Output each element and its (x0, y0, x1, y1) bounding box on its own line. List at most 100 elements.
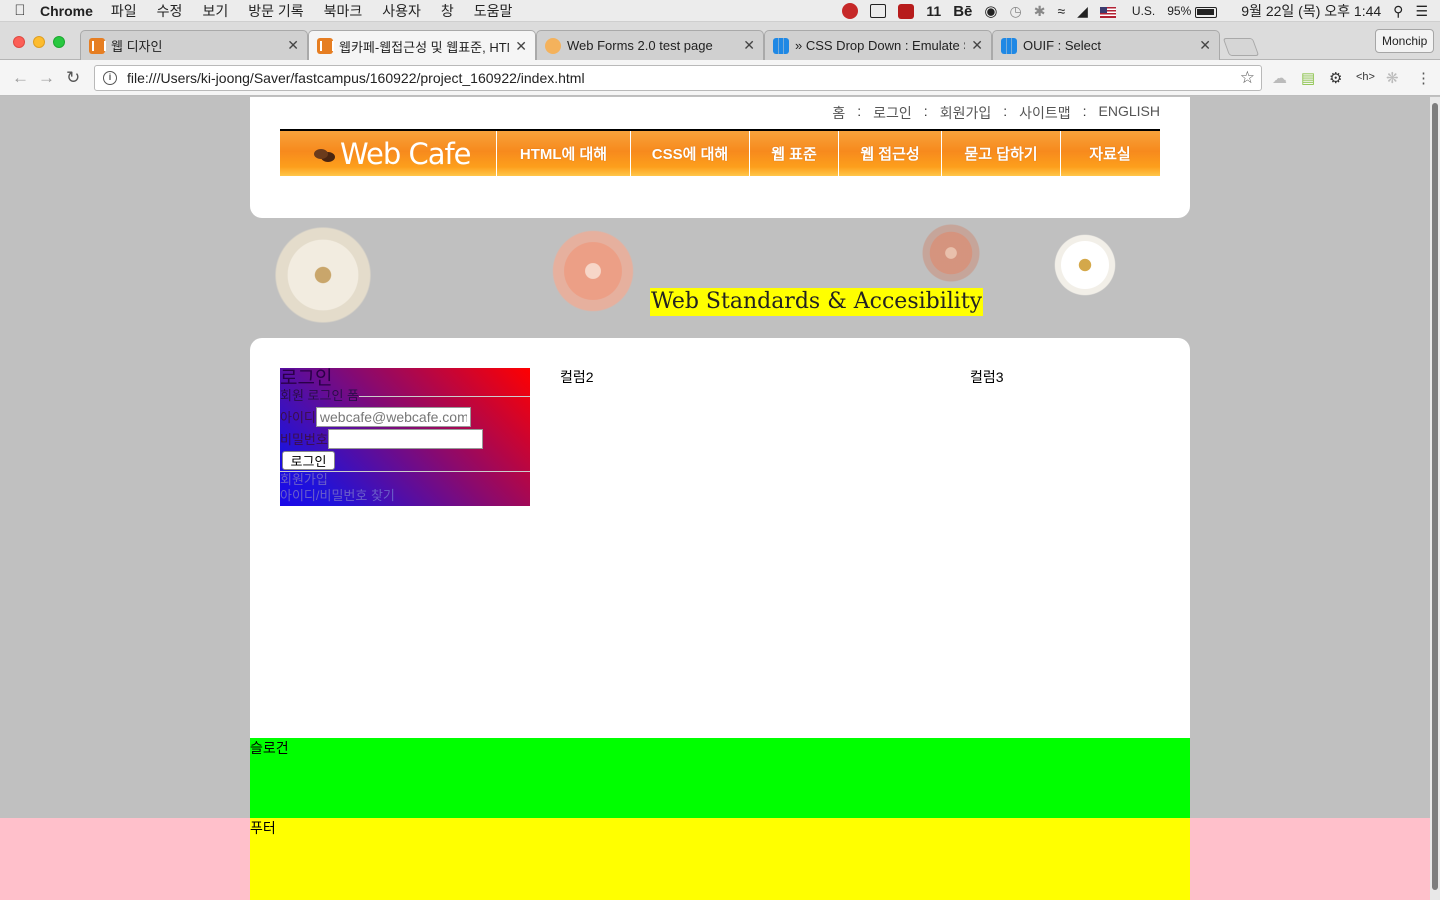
site-footer: 푸터 (250, 818, 1190, 900)
site-header: 홈 : 로그인 : 회원가입 : 사이트맵 : ENGLISH Web Cafe… (250, 97, 1190, 218)
volume-icon[interactable]: ◢ (1077, 3, 1088, 20)
menu-history[interactable]: 방문 기록 (248, 1, 303, 21)
camera-icon[interactable]: ◉ (984, 2, 997, 20)
tab-title: 웹카페-웹접근성 및 웹표준, HTML5 (339, 39, 509, 55)
apple-icon[interactable]:  (0, 2, 40, 19)
close-tab-icon[interactable]: ✕ (1199, 37, 1211, 54)
burger-icon (545, 37, 561, 54)
tab-css-dropdown[interactable]: » CSS Drop Down : Emulate S ✕ (764, 30, 992, 60)
minimize-window-button[interactable] (33, 36, 45, 48)
address-bar[interactable]: i file:///Users/ki-joong/Saver/fastcampu… (94, 65, 1262, 91)
util-link-login[interactable]: 로그인 (873, 103, 912, 123)
info-icon[interactable]: i (103, 71, 117, 85)
chrome-menu-icon[interactable]: ⋮ (1416, 69, 1431, 87)
id-input[interactable] (315, 406, 471, 427)
util-link-english[interactable]: ENGLISH (1099, 103, 1160, 123)
scrollbar-thumb[interactable] (1432, 103, 1438, 890)
visual-title: Web Standards & Accesibility (650, 288, 984, 316)
util-separator: : (1082, 103, 1087, 119)
tab-title: 웹 디자인 (111, 39, 163, 54)
flag-icon (1099, 3, 1128, 19)
close-tab-icon[interactable]: ✕ (287, 37, 299, 54)
nav-css[interactable]: CSS에 대해 (631, 131, 750, 176)
menu-help[interactable]: 도움말 (474, 1, 513, 21)
gear-extension-icon[interactable]: ⚙ (1329, 69, 1342, 87)
hibiscus-flower-image (548, 226, 638, 316)
bluetooth-icon[interactable]: ✱ (1034, 3, 1046, 20)
nav-qna[interactable]: 묻고 답하기 (942, 131, 1061, 176)
grid-icon (773, 37, 789, 54)
tab-title: OUIF : Select (1023, 38, 1102, 53)
menu-view[interactable]: 보기 (202, 1, 228, 21)
behance-icon[interactable]: Bē (953, 3, 972, 20)
tab-web-forms[interactable]: Web Forms 2.0 test page ✕ (536, 30, 764, 60)
tab-webcafe[interactable]: 웹카페-웹접근성 및 웹표준, HTML5 ✕ (308, 30, 536, 61)
adobe-app-icon[interactable] (898, 3, 915, 19)
menu-bookmarks[interactable]: 북마크 (324, 1, 363, 21)
slogan-section: 슬로건 (250, 738, 1190, 818)
menu-file[interactable]: 파일 (111, 1, 137, 21)
back-icon[interactable]: ← (12, 68, 29, 88)
site-logo[interactable]: Web Cafe (280, 131, 497, 176)
menu-app-name[interactable]: Chrome (40, 3, 93, 19)
util-separator: : (1003, 103, 1008, 119)
input-source-label[interactable]: U.S. (1132, 4, 1155, 18)
vertical-scrollbar[interactable] (1430, 97, 1440, 900)
time-machine-icon[interactable]: ◷ (1009, 3, 1021, 20)
login-submit-button[interactable]: 로그인 (282, 451, 335, 470)
password-label: 비밀번호 (280, 432, 328, 447)
find-account-link[interactable]: 아이디/비밀번호 찾기 (280, 488, 530, 504)
new-tab-button[interactable] (1222, 38, 1260, 56)
close-tab-icon[interactable]: ✕ (971, 37, 983, 54)
tab-web-design[interactable]: 웹 디자인 ✕ (80, 30, 308, 60)
webcafe-icon (317, 38, 334, 54)
notification-app-icon[interactable] (842, 3, 859, 19)
util-separator: : (857, 103, 862, 119)
hibiscus-flower-image (918, 220, 984, 286)
clock[interactable]: 9월 22일 (목) 오후 1:44 (1241, 1, 1381, 21)
battery-icon[interactable] (1195, 3, 1229, 19)
wifi-icon[interactable]: ≈ (1057, 3, 1065, 19)
menu-people[interactable]: 사용자 (382, 1, 421, 21)
close-window-button[interactable] (13, 36, 25, 48)
util-link-home[interactable]: 홈 (832, 103, 845, 123)
daisy-flower-image (1050, 230, 1120, 300)
daisy-flower-image (268, 220, 378, 330)
battery-percent[interactable]: 95% (1167, 4, 1191, 18)
spotlight-icon[interactable]: ⚲ (1393, 3, 1403, 20)
zoom-window-button[interactable] (53, 36, 65, 48)
util-separator: : (923, 103, 928, 119)
util-link-join[interactable]: 회원가입 (940, 103, 992, 123)
close-tab-icon[interactable]: ✕ (515, 38, 527, 55)
nav-accessibility[interactable]: 웹 접근성 (839, 131, 942, 176)
menu-window[interactable]: 창 (441, 1, 454, 21)
puzzle-extension-icon[interactable]: ❋ (1386, 69, 1399, 87)
url-text[interactable]: file:///Users/ki-joong/Saver/fastcampus/… (127, 70, 585, 86)
ladder-extension-icon[interactable]: ▤ (1301, 69, 1315, 87)
window-tool-icon[interactable] (870, 4, 887, 18)
util-link-sitemap[interactable]: 사이트맵 (1019, 103, 1071, 123)
login-fieldset: 회원 로그인 폼 아이디 비밀번호 로그인 (280, 388, 530, 472)
password-input[interactable] (327, 428, 483, 449)
global-navigation: Web Cafe HTML에 대해 CSS에 대해 웹 표준 웹 접근성 묻고 … (280, 129, 1160, 176)
join-link[interactable]: 회원가입 (280, 472, 530, 488)
password-row: 비밀번호 (280, 428, 530, 449)
forward-icon[interactable]: → (38, 68, 55, 88)
login-legend: 회원 로그인 폼 (280, 388, 359, 403)
coffee-bean-icon (314, 148, 328, 159)
cloud-extension-icon[interactable]: ☁ (1272, 69, 1287, 87)
notification-center-icon[interactable]: ☰ (1415, 3, 1428, 20)
nav-html[interactable]: HTML에 대해 (497, 131, 631, 176)
menu-edit[interactable]: 수정 (157, 1, 183, 21)
close-tab-icon[interactable]: ✕ (743, 37, 755, 54)
id-row: 아이디 (280, 406, 530, 427)
tab-ouif-select[interactable]: OUIF : Select ✕ (992, 30, 1220, 60)
nav-web-standards[interactable]: 웹 표준 (750, 131, 839, 176)
reload-icon[interactable]: ↻ (66, 68, 80, 88)
profile-button[interactable]: Monchip (1375, 29, 1435, 53)
adobe-count[interactable]: 11 (926, 3, 941, 19)
html-extension-icon[interactable]: <h> (1356, 71, 1375, 83)
bookmark-star-icon[interactable]: ☆ (1240, 68, 1255, 88)
grid-icon (1001, 37, 1017, 54)
nav-archive[interactable]: 자료실 (1061, 131, 1159, 176)
